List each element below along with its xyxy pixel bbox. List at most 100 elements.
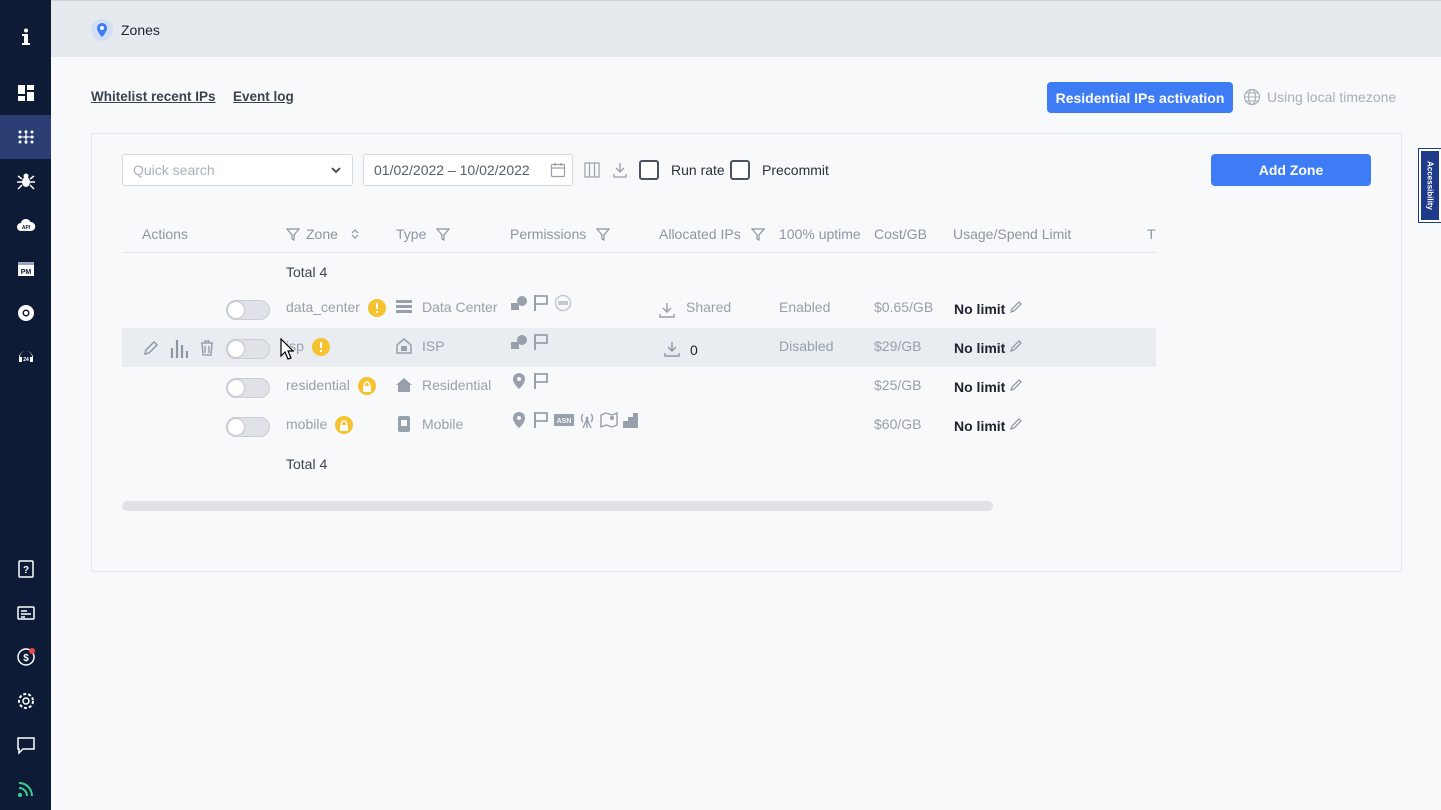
dashboard-icon[interactable] (0, 71, 51, 115)
add-zone-button[interactable]: Add Zone (1211, 154, 1371, 186)
allocated-ips: 0 (690, 342, 698, 358)
spend-limit-value: No limit (954, 301, 1006, 317)
zone-name[interactable]: residential (286, 377, 350, 393)
header-type-label: Type (396, 226, 427, 242)
info-icon[interactable] (0, 15, 51, 59)
quick-search-input[interactable]: Quick search (122, 154, 353, 186)
lock-icon (357, 377, 376, 396)
header-allocated-ips[interactable]: Allocated IPs (659, 226, 765, 242)
chevron-down-icon (331, 167, 341, 174)
zone-name[interactable]: data_center (286, 299, 360, 315)
cost-per-gb: $60/GB (874, 416, 922, 432)
location-pin-icon (91, 19, 113, 41)
spend-limit[interactable]: No limit (954, 417, 1023, 434)
chrome-extension-icon[interactable] (0, 291, 51, 335)
header-truncated: Tr (1147, 226, 1156, 242)
zone-toggle[interactable] (226, 417, 270, 437)
page-title: Zones (121, 22, 160, 38)
filter-icon[interactable] (596, 227, 611, 241)
zone-type: Data Center (422, 299, 498, 315)
mobile-phone-icon (398, 416, 410, 432)
edit-icon[interactable] (143, 340, 159, 356)
download-icon[interactable] (612, 161, 628, 179)
date-range-picker[interactable]: 01/02/2022 – 10/02/2022 (363, 154, 573, 186)
chat-icon[interactable] (0, 723, 51, 767)
whitelist-recent-ips-link[interactable]: Whitelist recent IPs (91, 89, 216, 104)
precommit-checkbox[interactable] (730, 160, 750, 180)
filter-icon[interactable] (436, 227, 451, 241)
shared-network-icon (511, 335, 527, 349)
edit-pencil-icon[interactable] (1009, 417, 1023, 431)
billing-icon[interactable] (0, 591, 51, 635)
header-uptime: 100% uptime (779, 226, 861, 242)
flag-icon (534, 334, 548, 350)
payments-icon[interactable]: $ (0, 635, 51, 679)
help-icon[interactable]: ? (0, 547, 51, 591)
header-zone[interactable]: Zone (286, 226, 360, 242)
table-row[interactable]: data_center (286, 299, 386, 318)
cost-per-gb: $25/GB (874, 377, 922, 393)
spend-limit[interactable]: No limit (954, 300, 1023, 317)
uptime-status: Disabled (779, 338, 834, 354)
rss-feed-icon[interactable] (0, 767, 51, 810)
settings-icon[interactable] (0, 679, 51, 723)
header-actions-label: Actions (142, 226, 188, 242)
spend-limit[interactable]: No limit (954, 378, 1023, 395)
zone-toggle[interactable] (226, 339, 270, 359)
sort-icon[interactable] (350, 228, 360, 240)
zone-toggle[interactable] (226, 378, 270, 398)
svg-text:$: $ (23, 653, 29, 664)
proxy-network-icon[interactable] (0, 115, 51, 159)
city-buildings-icon (623, 413, 638, 428)
carrier-antenna-icon (580, 413, 594, 429)
svg-text:ASN: ASN (557, 418, 572, 425)
spend-limit[interactable]: No limit (954, 339, 1023, 356)
svg-text:API: API (21, 225, 30, 231)
table-row[interactable]: mobile (286, 416, 354, 435)
scraper-spider-icon[interactable] (0, 159, 51, 203)
residential-ips-activation-button[interactable]: Residential IPs activation (1047, 82, 1233, 113)
support-24-icon[interactable]: 24 (0, 335, 51, 379)
run-rate-label: Run rate (671, 162, 725, 178)
download-icon[interactable] (659, 302, 675, 318)
columns-icon[interactable] (584, 161, 600, 179)
svg-text:?: ? (22, 565, 28, 576)
timezone-indicator[interactable]: Using local timezone (1243, 88, 1396, 106)
stats-chart-icon[interactable] (170, 338, 188, 358)
edit-pencil-icon[interactable] (1009, 300, 1023, 314)
event-log-link[interactable]: Event log (233, 89, 294, 104)
permissions (510, 372, 550, 390)
header-actions: Actions (142, 226, 188, 242)
zone-name[interactable]: mobile (286, 416, 327, 432)
warning-icon (311, 338, 330, 357)
asn-icon: ASN (554, 414, 574, 426)
spend-limit-value: No limit (954, 379, 1006, 395)
sidebar: API PM 24 ? $ (0, 0, 51, 810)
header-divider (122, 252, 1156, 253)
run-rate-checkbox[interactable] (639, 160, 659, 180)
cost-per-gb: $0.65/GB (874, 299, 934, 315)
delete-trash-icon[interactable] (199, 340, 215, 356)
header-type[interactable]: Type (396, 226, 451, 242)
total-top: Total 4 (286, 264, 328, 280)
geo-targeting-icon (513, 373, 525, 389)
edit-pencil-icon[interactable] (1009, 378, 1023, 392)
edit-pencil-icon[interactable] (1009, 339, 1023, 353)
header-permissions[interactable]: Permissions (510, 226, 611, 242)
zone-toggle[interactable] (226, 300, 270, 320)
table-row[interactable]: residential (286, 377, 376, 396)
accessibility-button[interactable]: Accessibility (1418, 148, 1441, 223)
api-cloud-icon[interactable]: API (0, 203, 51, 247)
filter-icon[interactable] (750, 227, 765, 241)
cost-per-gb: $29/GB (874, 338, 922, 354)
permissions (510, 333, 550, 351)
header-usage-label: Usage/Spend Limit (953, 226, 1072, 242)
filter-icon[interactable] (286, 227, 300, 241)
top-bar: Zones (51, 0, 1441, 57)
download-icon[interactable] (664, 341, 680, 357)
proxy-manager-icon[interactable]: PM (0, 247, 51, 291)
ip-badge-icon (554, 294, 572, 312)
globe-icon (1243, 88, 1261, 106)
horizontal-scrollbar[interactable] (122, 501, 993, 511)
header-truncated-label: Tr (1147, 226, 1156, 242)
